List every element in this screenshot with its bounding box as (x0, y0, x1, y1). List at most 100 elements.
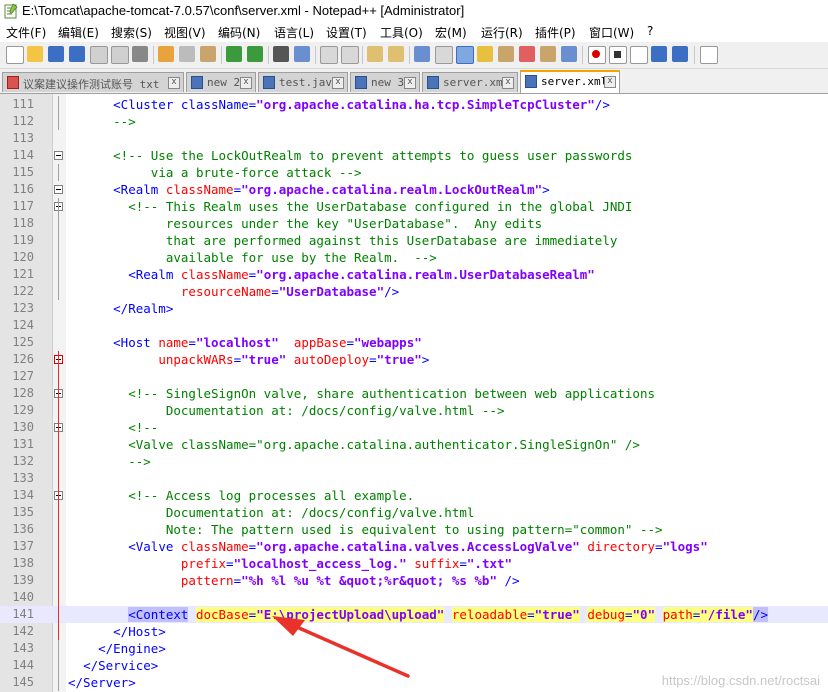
code-line-122[interactable]: 122 resourceName="UserDatabase"/> (0, 283, 828, 300)
code-line-129[interactable]: 129 Documentation at: /docs/config/valve… (0, 402, 828, 419)
redo-icon[interactable] (247, 46, 263, 62)
code-line-130[interactable]: 130 <!-- (0, 419, 828, 436)
code-line-119[interactable]: 119 that are performed against this User… (0, 232, 828, 249)
saved-file-icon (263, 76, 275, 89)
spell-check-icon[interactable] (700, 46, 718, 64)
zoom-in-icon[interactable] (320, 46, 338, 64)
indent-guide-icon[interactable] (456, 46, 474, 64)
stop-macro-icon[interactable] (609, 46, 627, 64)
fold-toggle-icon[interactable] (54, 185, 63, 194)
code-line-134[interactable]: 134 <!-- Access log processes all exampl… (0, 487, 828, 504)
print-icon[interactable] (132, 46, 148, 62)
code-line-136[interactable]: 136 Note: The pattern used is equivalent… (0, 521, 828, 538)
replace-icon[interactable] (294, 46, 310, 62)
save-macro-icon[interactable] (672, 46, 688, 62)
sync-horizontal-icon[interactable] (388, 46, 404, 62)
code-line-113[interactable]: 113 (0, 130, 828, 147)
code-line-118[interactable]: 118 resources under the key "UserDatabas… (0, 215, 828, 232)
code-line-114[interactable]: 114 <!-- Use the LockOutRealm to prevent… (0, 147, 828, 164)
word-wrap-icon[interactable] (414, 46, 430, 62)
tab-close-button[interactable]: x (332, 77, 344, 89)
code-line-139[interactable]: 139 pattern="%h %l %u %t &quot;%r&quot; … (0, 572, 828, 589)
user-language-icon[interactable] (477, 46, 493, 62)
folder-workspace-icon[interactable] (540, 46, 556, 62)
tab-file-3[interactable]: test.java x (258, 72, 348, 92)
menu-view[interactable]: 视图(V) (164, 24, 206, 41)
fold-toggle-icon[interactable] (54, 151, 63, 160)
code-line-133[interactable]: 133 (0, 470, 828, 487)
cut-icon[interactable] (158, 46, 174, 62)
code-line-115[interactable]: 115 via a brute-force attack --> (0, 164, 828, 181)
menu-encoding[interactable]: 编码(N) (218, 24, 260, 41)
close-all-icon[interactable] (111, 46, 129, 64)
code-line-132[interactable]: 132 --> (0, 453, 828, 470)
tab-close-button[interactable]: x (240, 77, 252, 89)
tab-close-button[interactable]: x (404, 77, 416, 89)
unsaved-file-icon (7, 76, 19, 89)
code-editor[interactable]: 111 <Cluster className="org.apache.catal… (0, 94, 828, 692)
code-line-126[interactable]: 126 unpackWARs="true" autoDeploy="true"> (0, 351, 828, 368)
line-number: 123 (12, 301, 34, 315)
find-icon[interactable] (273, 46, 289, 62)
undo-icon[interactable] (226, 46, 242, 62)
tab-close-button[interactable]: x (168, 77, 180, 89)
close-file-icon[interactable] (90, 46, 108, 64)
code-line-142[interactable]: 142 </Host> (0, 623, 828, 640)
code-line-124[interactable]: 124 (0, 317, 828, 334)
menu-edit[interactable]: 编辑(E) (58, 24, 99, 41)
code-line-143[interactable]: 143 </Engine> (0, 640, 828, 657)
code-line-128[interactable]: 128 <!-- SingleSignOn valve, share authe… (0, 385, 828, 402)
zoom-out-icon[interactable] (341, 46, 359, 64)
tab-file-4[interactable]: new 3 x (350, 72, 420, 92)
line-number: 119 (12, 233, 34, 247)
code-line-140[interactable]: 140 (0, 589, 828, 606)
tab-file-2[interactable]: new 2 x (186, 72, 256, 92)
code-line-111[interactable]: 111 <Cluster className="org.apache.catal… (0, 96, 828, 113)
code-line-121[interactable]: 121 <Realm className="org.apache.catalin… (0, 266, 828, 283)
copy-icon[interactable] (179, 46, 195, 62)
function-list-icon[interactable] (519, 46, 535, 62)
open-file-icon[interactable] (27, 46, 43, 62)
menu-language[interactable]: 语言(L) (274, 24, 314, 41)
tab-file-5[interactable]: server.xml x (422, 72, 518, 92)
menu-plugins[interactable]: 插件(P) (535, 24, 576, 41)
menu-file[interactable]: 文件(F) (6, 24, 46, 41)
menu-run[interactable]: 运行(R) (481, 24, 523, 41)
play-macro-icon[interactable] (630, 46, 648, 64)
tab-close-button[interactable]: x (502, 77, 514, 89)
code-line-125[interactable]: 125 <Host name="localhost" appBase="weba… (0, 334, 828, 351)
menu-tools[interactable]: 工具(O) (380, 24, 423, 41)
code-line-123[interactable]: 123 </Realm> (0, 300, 828, 317)
fold-guide-line (58, 640, 59, 691)
code-line-137[interactable]: 137 <Valve className="org.apache.catalin… (0, 538, 828, 555)
code-line-112[interactable]: 112 --> (0, 113, 828, 130)
save-all-icon[interactable] (69, 46, 85, 62)
save-icon[interactable] (48, 46, 64, 62)
show-all-chars-icon[interactable] (435, 46, 453, 64)
tab-close-button[interactable]: x (604, 76, 616, 88)
sync-vertical-icon[interactable] (367, 46, 383, 62)
code-line-131[interactable]: 131 <Valve className="org.apache.catalin… (0, 436, 828, 453)
tab-file-6-active[interactable]: server.xml x (520, 70, 620, 93)
doc-map-icon[interactable] (498, 46, 514, 62)
code-line-138[interactable]: 138 prefix="localhost_access_log." suffi… (0, 555, 828, 572)
monitoring-icon[interactable] (561, 46, 577, 62)
fold-guide-line (58, 351, 59, 640)
code-line-144[interactable]: 144 </Service> (0, 657, 828, 674)
run-macro-multiple-icon[interactable] (651, 46, 667, 62)
menu-macro[interactable]: 宏(M) (435, 24, 467, 41)
code-line-141[interactable]: 141 <Context docBase="E:\projectUpload\u… (0, 606, 828, 623)
tab-file-1[interactable]: 议案建议操作测试账号 txt x (2, 72, 184, 92)
new-file-icon[interactable] (6, 46, 24, 64)
code-line-116[interactable]: 116 <Realm className="org.apache.catalin… (0, 181, 828, 198)
menu-help[interactable]: ? (647, 24, 653, 38)
code-line-117[interactable]: 117 <!-- This Realm uses the UserDatabas… (0, 198, 828, 215)
menu-window[interactable]: 窗口(W) (589, 24, 634, 41)
code-line-120[interactable]: 120 available for use by the Realm. --> (0, 249, 828, 266)
code-line-135[interactable]: 135 Documentation at: /docs/config/valve… (0, 504, 828, 521)
menu-search[interactable]: 搜索(S) (111, 24, 152, 41)
menu-settings[interactable]: 设置(T) (326, 24, 367, 41)
paste-icon[interactable] (200, 46, 216, 62)
record-macro-icon[interactable] (588, 46, 606, 64)
code-line-127[interactable]: 127 (0, 368, 828, 385)
